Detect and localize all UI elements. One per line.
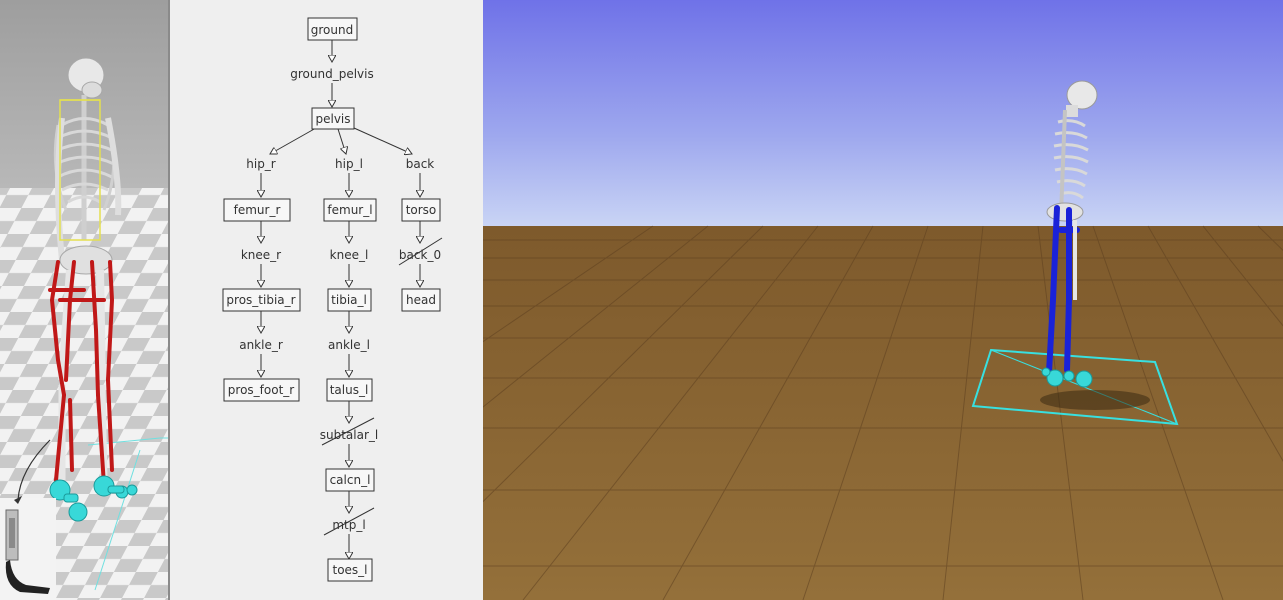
edge-pelvis-hip_l <box>337 128 346 154</box>
tree-node-ground[interactable]: ground <box>311 23 353 37</box>
left-scene <box>0 0 168 600</box>
tree-node-toes_l[interactable]: toes_l <box>332 563 367 577</box>
tree-labels: ground ground_pelvis pelvis hip_r hip_l … <box>226 23 441 577</box>
tree-node-head[interactable]: head <box>406 293 436 307</box>
tree-joint-back[interactable]: back <box>406 157 435 171</box>
tree-node-femur_r[interactable]: femur_r <box>234 203 281 217</box>
tree-node-tibia_l[interactable]: tibia_l <box>331 293 367 307</box>
tree-joint-hip_r[interactable]: hip_r <box>246 157 276 171</box>
topology-tree: ground ground_pelvis pelvis hip_r hip_l … <box>222 17 443 582</box>
tree-joint-knee_r[interactable]: knee_r <box>241 248 281 262</box>
tree-node-calcn_l[interactable]: calcn_l <box>330 473 371 487</box>
tree-node-talus_l[interactable]: talus_l <box>330 383 369 397</box>
sky <box>483 0 1283 226</box>
edge-pelvis-back <box>353 127 412 154</box>
tree-joint-subtalar_l[interactable]: subtalar_l <box>320 428 379 442</box>
tree-node-pelvis[interactable]: pelvis <box>315 112 350 126</box>
right-3d-viewport[interactable] <box>483 0 1283 600</box>
tree-joint-ground_pelvis[interactable]: ground_pelvis <box>290 67 373 81</box>
left-3d-viewport[interactable] <box>0 0 168 600</box>
model-topology-tree-panel: ground ground_pelvis pelvis hip_r hip_l … <box>168 0 483 600</box>
ground-plane <box>483 226 1283 600</box>
tree-joint-mtp_l[interactable]: mtp_l <box>332 518 365 532</box>
tree-joint-back_0[interactable]: back_0 <box>399 248 441 262</box>
tree-node-torso-selected[interactable]: torso <box>406 203 437 217</box>
tree-joint-knee_l[interactable]: knee_l <box>330 248 369 262</box>
tree-joint-ankle_l[interactable]: ankle_l <box>328 338 370 352</box>
tree-joint-hip_l[interactable]: hip_l <box>335 157 363 171</box>
right-scene <box>483 0 1283 600</box>
tree-joint-ankle_r[interactable]: ankle_r <box>239 338 283 352</box>
tree-node-femur_l[interactable]: femur_l <box>327 203 372 217</box>
tree-node-pros_foot_r[interactable]: pros_foot_r <box>228 383 294 397</box>
edge-pelvis-hip_r <box>270 127 317 154</box>
tree-node-pros_tibia_r[interactable]: pros_tibia_r <box>226 293 295 307</box>
